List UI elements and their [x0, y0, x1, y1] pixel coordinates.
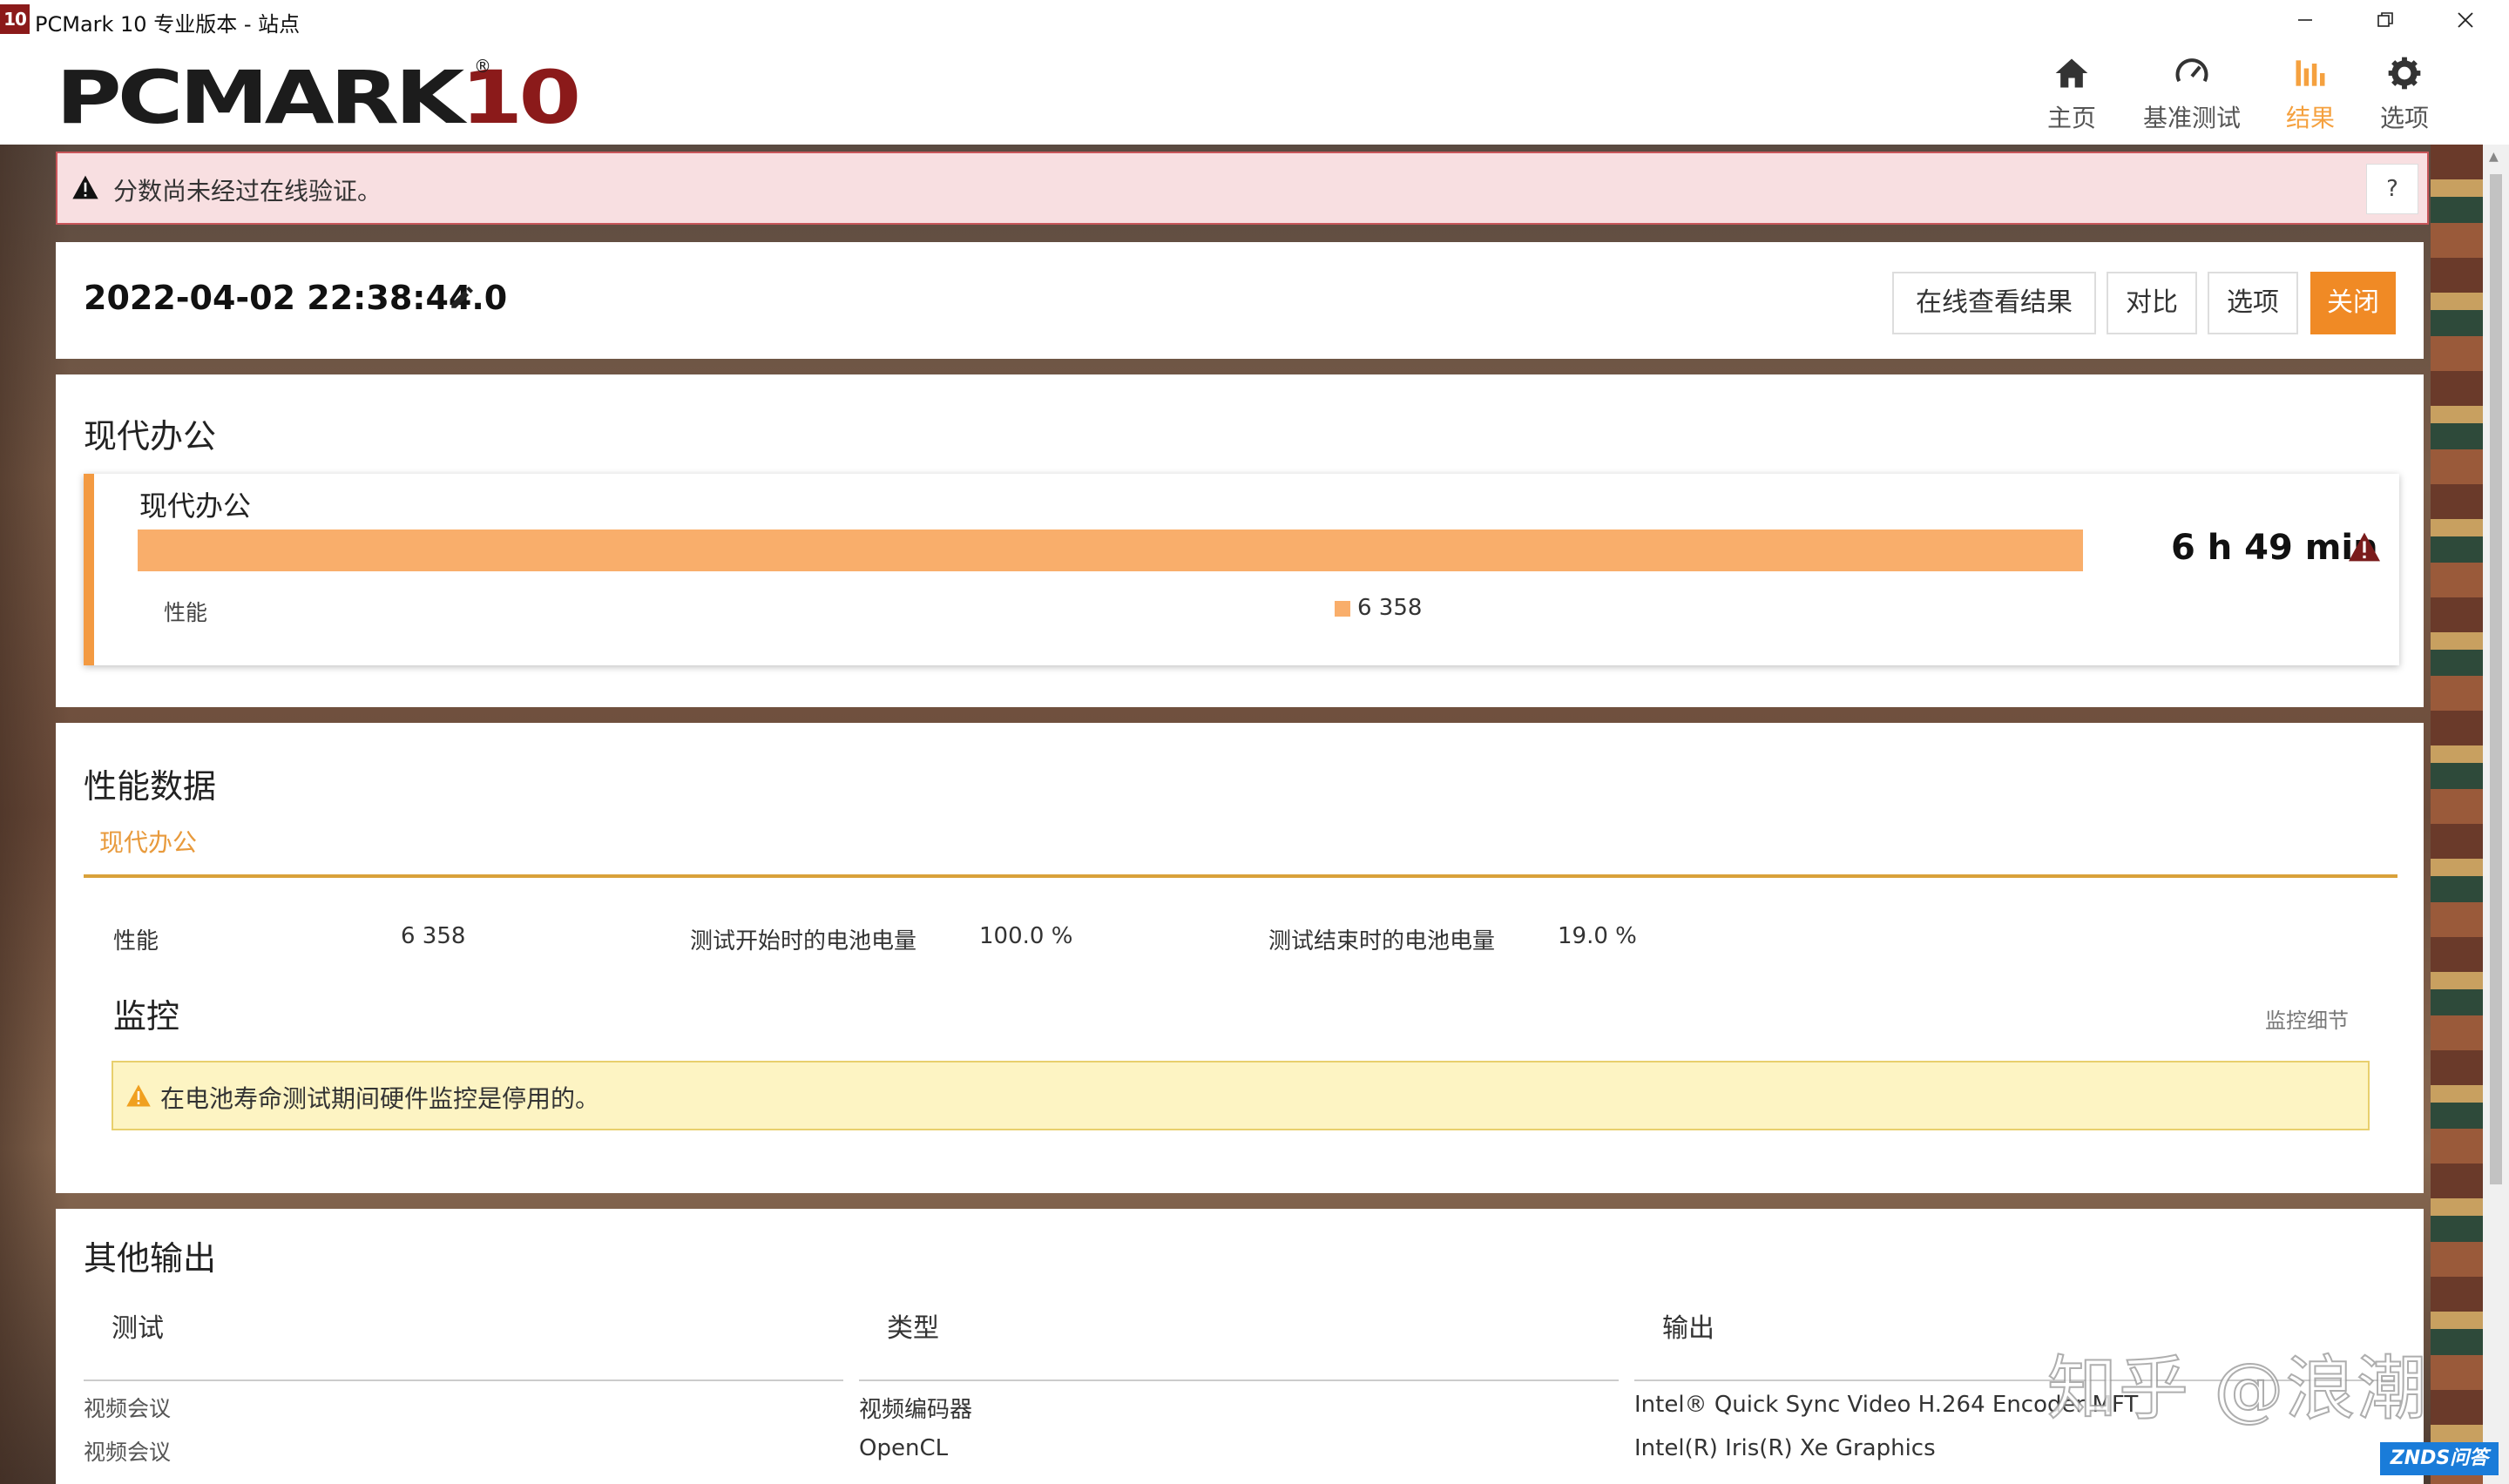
help-button[interactable]: ? — [2366, 164, 2418, 214]
background-decoration — [2431, 145, 2483, 1484]
section-title: 其他输出 — [84, 1239, 217, 1278]
pcmark-logo: PCMARK10 — [56, 55, 581, 140]
column-divider — [84, 1379, 843, 1381]
monitor-title: 监控 — [113, 997, 180, 1035]
close-icon — [2458, 12, 2473, 28]
minimize-icon — [2298, 19, 2312, 21]
table-cell: OpenCL — [859, 1435, 949, 1461]
tab-modern-office[interactable]: 现代办公 — [99, 824, 197, 859]
warning-icon — [126, 1084, 151, 1107]
warning-icon — [2349, 532, 2380, 562]
restore-icon — [2377, 12, 2393, 27]
minimize-button[interactable] — [2265, 0, 2345, 40]
validation-alert: 分数尚未经过在线验证。 ? — [56, 152, 2429, 225]
column-divider — [859, 1379, 1619, 1381]
battery-start-label: 测试开始时的电池电量 — [690, 928, 917, 954]
scroll-up-arrow[interactable]: ▲ — [2489, 150, 2499, 164]
window-title: PCMark 10 专业版本 - 站点 — [35, 12, 301, 37]
compare-button[interactable]: 对比 — [2107, 272, 2197, 334]
bar-chart-icon — [2296, 60, 2325, 86]
section-title: 现代办公 — [84, 417, 217, 455]
restore-button[interactable] — [2345, 0, 2425, 40]
nav-options[interactable]: 选项 — [2343, 49, 2465, 136]
legend-swatch — [1335, 601, 1350, 617]
table-cell: 视频编码器 — [859, 1397, 973, 1423]
battery-end-label: 测试结束时的电池电量 — [1268, 928, 1496, 954]
options-button[interactable]: 选项 — [2208, 272, 2298, 334]
card-title: 现代办公 — [139, 489, 252, 523]
close-result-button[interactable]: 关闭 — [2310, 272, 2396, 334]
performance-score: 6 358 — [1357, 595, 1423, 621]
table-cell: 视频会议 — [84, 1440, 172, 1465]
title-bar: 10 PCMark 10 专业版本 - 站点 — [0, 0, 2509, 40]
battery-start-value: 100.0 % — [979, 923, 1073, 949]
znds-watermark: ZNDS问答 — [2380, 1442, 2499, 1475]
section-title: 性能数据 — [84, 767, 217, 806]
app-header: PCMARK10 ® 主页 基准测试 结果 选项 — [0, 40, 2509, 145]
app-icon: 10 — [0, 4, 30, 34]
monitor-detail-link[interactable]: 监控细节 — [2265, 1003, 2349, 1034]
registered-mark: ® — [474, 56, 491, 77]
zhihu-watermark: 知乎 @浪潮 — [2046, 1347, 2429, 1430]
column-header-test: 测试 — [112, 1313, 164, 1344]
perf-label: 性能 — [113, 928, 159, 954]
column-header-type: 类型 — [887, 1313, 939, 1344]
gear-icon — [2388, 57, 2421, 90]
battery-end-value: 19.0 % — [1558, 923, 1637, 949]
score-bar-track — [138, 530, 2103, 571]
nav-options-label: 选项 — [2379, 104, 2429, 132]
home-icon — [2055, 58, 2088, 88]
table-cell: Intel(R) Iris(R) Xe Graphics — [1634, 1435, 1936, 1461]
nav-home[interactable]: 主页 — [2011, 49, 2133, 136]
view-online-button[interactable]: 在线查看结果 — [1892, 272, 2096, 334]
office-score-panel: 现代办公 现代办公 6 h 49 min 性能 6 358 — [56, 374, 2424, 707]
nav-home-label: 主页 — [2046, 104, 2096, 132]
warning-icon — [72, 175, 98, 199]
gauge-icon — [2175, 58, 2208, 83]
performance-label: 性能 — [164, 600, 208, 625]
nav-benchmarks[interactable]: 基准测试 — [2131, 49, 2253, 136]
result-header-panel: 2022-04-02 22:38:44.0 在线查看结果 对比 选项 关闭 — [56, 242, 2424, 359]
score-bar-fill — [138, 530, 2084, 571]
result-date: 2022-04-02 22:38:44.0 — [84, 279, 508, 317]
performance-data-panel: 性能数据 现代办公 性能 6 358 测试开始时的电池电量 100.0 % 测试… — [56, 723, 2424, 1193]
scrollbar-thumb[interactable] — [2490, 174, 2502, 1184]
alert-text: 分数尚未经过在线验证。 — [113, 177, 382, 206]
tab-underline — [84, 874, 2397, 878]
score-card: 现代办公 6 h 49 min 性能 6 358 — [84, 474, 2399, 665]
table-cell: 视频会议 — [84, 1396, 172, 1421]
perf-value: 6 358 — [401, 923, 466, 949]
close-window-button[interactable] — [2425, 0, 2506, 40]
monitor-warning: 在电池寿命测试期间硬件监控是停用的。 — [112, 1061, 2370, 1130]
column-header-output: 输出 — [1662, 1313, 1714, 1344]
monitor-warning-text: 在电池寿命测试期间硬件监控是停用的。 — [160, 1084, 600, 1113]
nav-benchmarks-label: 基准测试 — [2142, 104, 2241, 132]
pencil-icon[interactable] — [448, 282, 477, 312]
